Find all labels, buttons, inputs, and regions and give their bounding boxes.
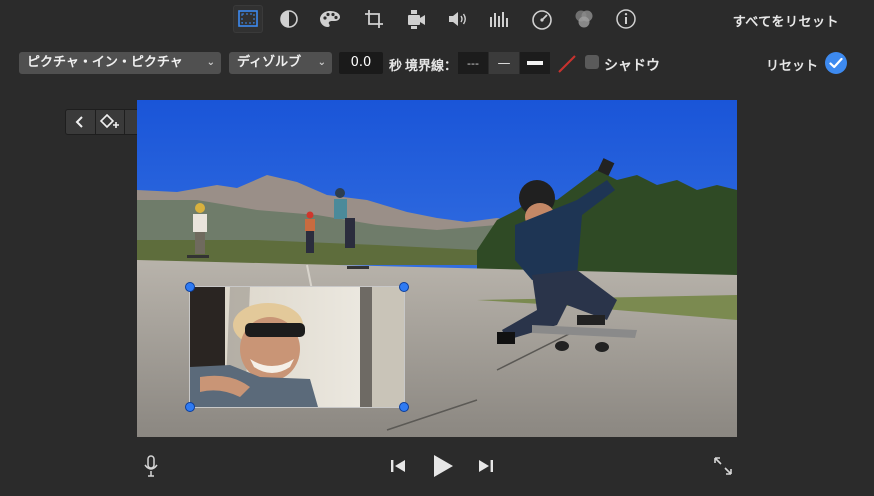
border-thick-button[interactable] bbox=[520, 52, 550, 74]
color-balance-button[interactable] bbox=[274, 5, 304, 33]
border-thin-button[interactable]: — bbox=[489, 52, 519, 74]
fullscreen-icon bbox=[714, 457, 732, 475]
skip-back-icon bbox=[391, 460, 405, 472]
duration-field[interactable]: 0.0 bbox=[339, 52, 383, 74]
chevron-down-icon: ⌄ bbox=[206, 57, 215, 68]
resize-handle-top-right[interactable] bbox=[399, 282, 409, 292]
fullscreen-button[interactable] bbox=[711, 455, 735, 477]
apply-checkmark-button[interactable] bbox=[825, 52, 847, 74]
border-label: 境界線： bbox=[405, 59, 458, 74]
picture-in-picture-overlay[interactable] bbox=[189, 286, 405, 408]
play-icon bbox=[434, 455, 453, 477]
reset-button[interactable]: リセット bbox=[766, 55, 818, 74]
overlay-style-value: ピクチャ・イン・ピクチャ bbox=[27, 55, 183, 70]
crop-icon bbox=[365, 10, 383, 28]
adjustments-toolbar: すべてをリセット bbox=[0, 0, 874, 38]
video-overlay-settings-button[interactable] bbox=[233, 5, 263, 33]
color-correction-button[interactable] bbox=[315, 5, 345, 33]
equalizer-icon bbox=[490, 12, 508, 27]
speed-button[interactable] bbox=[527, 5, 557, 33]
pip-video-frame bbox=[190, 287, 404, 407]
border-none-button[interactable]: --- bbox=[458, 52, 488, 74]
overlay-options-bar: ピクチャ・イン・ピクチャ ⌄ ディゾルブ ⌄ 0.0 秒 境界線： --- — … bbox=[0, 38, 874, 90]
reset-all-button[interactable]: すべてをリセット bbox=[733, 11, 839, 30]
volume-button[interactable] bbox=[443, 5, 473, 33]
skip-forward-button[interactable] bbox=[476, 456, 496, 476]
color-balance-icon bbox=[280, 10, 298, 28]
stabilization-icon bbox=[408, 10, 425, 29]
play-button[interactable] bbox=[430, 452, 456, 480]
shadow-checkbox[interactable] bbox=[585, 55, 599, 69]
voiceover-button[interactable] bbox=[141, 453, 161, 479]
volume-icon bbox=[449, 12, 466, 26]
skip-back-button[interactable] bbox=[388, 456, 408, 476]
checkmark-icon bbox=[829, 57, 843, 69]
add-keyframe-icon bbox=[99, 114, 119, 129]
clip-filter-icon bbox=[575, 10, 593, 28]
add-keyframe-button[interactable] bbox=[96, 110, 126, 134]
previous-keyframe-button[interactable] bbox=[66, 110, 96, 134]
skip-forward-icon bbox=[479, 460, 493, 472]
playback-controls bbox=[0, 440, 874, 496]
microphone-icon bbox=[144, 455, 158, 477]
stabilization-button[interactable] bbox=[401, 5, 431, 33]
overlay-style-dropdown[interactable]: ピクチャ・イン・ピクチャ ⌄ bbox=[19, 52, 221, 74]
transition-value: ディゾルブ bbox=[237, 55, 302, 70]
border-thin-label: — bbox=[497, 55, 511, 71]
crop-button[interactable] bbox=[359, 5, 389, 33]
border-color-swatch[interactable] bbox=[556, 53, 578, 75]
color-palette-icon bbox=[320, 11, 340, 27]
equalizer-button[interactable] bbox=[484, 5, 514, 33]
transition-dropdown[interactable]: ディゾルブ ⌄ bbox=[229, 52, 332, 74]
duration-unit-label: 秒 bbox=[389, 59, 403, 74]
shadow-label: シャドウ bbox=[604, 58, 660, 74]
chevron-down-icon: ⌄ bbox=[317, 57, 326, 68]
info-icon bbox=[616, 9, 636, 29]
resize-handle-bottom-right[interactable] bbox=[399, 402, 409, 412]
chevron-left-icon bbox=[75, 116, 84, 128]
thick-line-icon bbox=[527, 61, 543, 65]
speed-icon bbox=[532, 10, 552, 30]
border-none-label: --- bbox=[467, 56, 479, 70]
clip-info-button[interactable] bbox=[611, 5, 641, 33]
resize-handle-bottom-left[interactable] bbox=[185, 402, 195, 412]
resize-handle-top-left[interactable] bbox=[185, 282, 195, 292]
clip-filter-button[interactable] bbox=[569, 5, 599, 33]
crop-overlay-icon bbox=[238, 10, 258, 27]
